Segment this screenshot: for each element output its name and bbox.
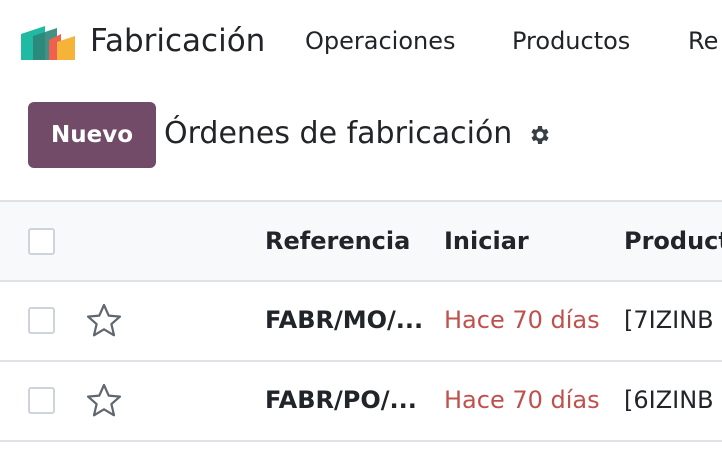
manufacturing-app-icon[interactable] — [21, 22, 75, 60]
star-icon[interactable] — [85, 302, 123, 340]
row-checkbox[interactable] — [28, 307, 55, 334]
manufacturing-orders-list: Referencia Iniciar Product FABR/MO/... H… — [0, 200, 722, 442]
menu-item-reportes[interactable]: Re — [688, 25, 718, 57]
cell-start-date: Hace 70 días — [444, 306, 600, 334]
menu-item-productos[interactable]: Productos — [512, 25, 630, 57]
cell-product: [6IZINB — [624, 386, 714, 414]
table-header: Referencia Iniciar Product — [0, 200, 722, 282]
cell-start-date: Hace 70 días — [444, 386, 600, 414]
top-navbar: Fabricación Operaciones Productos Re — [0, 0, 722, 82]
cell-reference: FABR/MO/... — [265, 306, 424, 334]
cell-product: [7IZINB — [624, 306, 714, 334]
row-checkbox[interactable] — [28, 387, 55, 414]
star-icon[interactable] — [85, 382, 123, 420]
column-header-referencia[interactable]: Referencia — [265, 224, 410, 258]
gear-icon[interactable] — [528, 123, 552, 147]
new-button[interactable]: Nuevo — [28, 102, 156, 168]
table-row[interactable]: FABR/MO/... Hace 70 días [7IZINB — [0, 282, 722, 362]
column-header-producto[interactable]: Product — [624, 224, 722, 258]
select-all-checkbox[interactable] — [28, 228, 55, 255]
app-name[interactable]: Fabricación — [90, 21, 265, 61]
table-row[interactable]: FABR/PO/... Hace 70 días [6IZINB — [0, 362, 722, 442]
cell-reference: FABR/PO/... — [265, 386, 417, 414]
page-title: Órdenes de fabricación — [164, 116, 513, 151]
menu-item-operaciones[interactable]: Operaciones — [305, 25, 456, 57]
column-header-iniciar[interactable]: Iniciar — [444, 224, 529, 258]
